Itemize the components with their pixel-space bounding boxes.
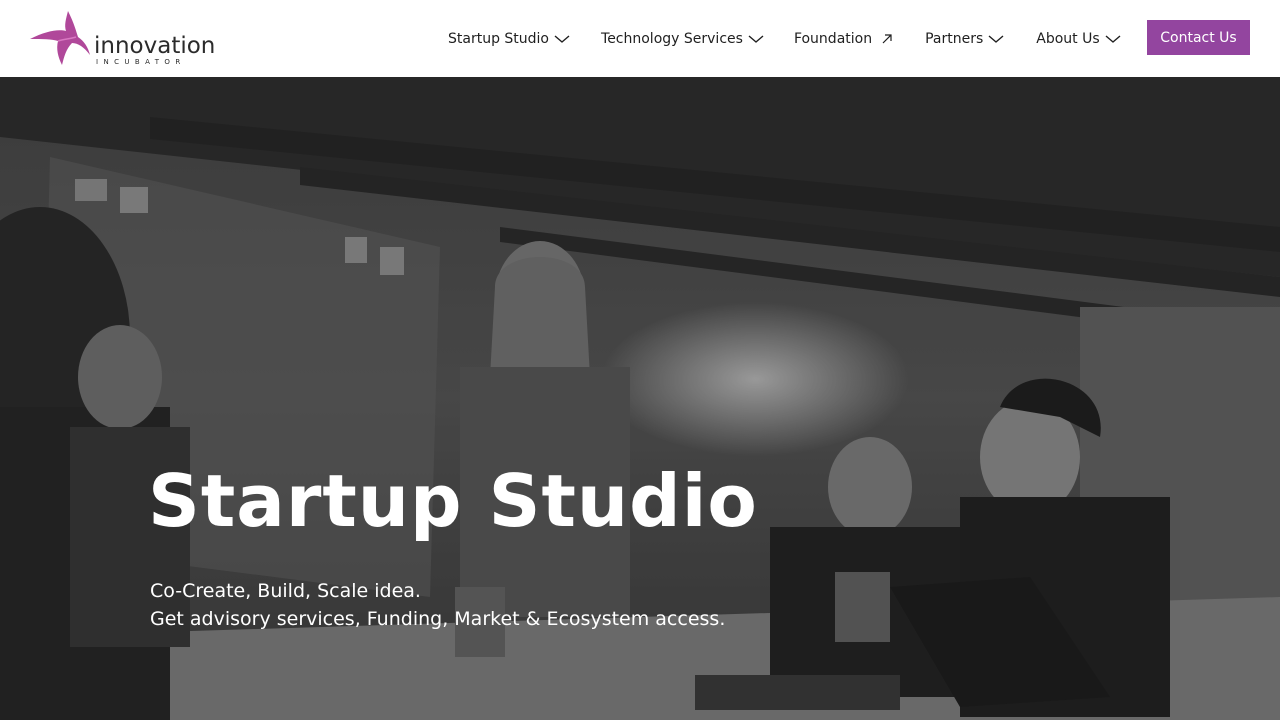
main-nav: Startup Studio Technology Services Found… — [448, 0, 1121, 77]
nav-item-label: About Us — [1036, 30, 1100, 47]
nav-item-foundation[interactable]: Foundation — [794, 24, 893, 54]
brand-name: innovation — [94, 33, 216, 59]
nav-item-label: Startup Studio — [448, 30, 550, 47]
nav-item-label: Technology Services — [601, 30, 743, 47]
chevron-down-icon — [554, 34, 570, 43]
brand-logo[interactable]: innovation INCUBATOR — [28, 9, 215, 69]
hummingbird-logo-icon — [30, 11, 90, 65]
hero-title: Startup Studio — [148, 459, 758, 543]
site-header: innovation INCUBATOR Startup Studio Tech… — [0, 0, 1280, 77]
nav-item-technology-services[interactable]: Technology Services — [601, 24, 764, 54]
hero-subtitle-line-2: Get advisory services, Funding, Market &… — [150, 608, 726, 630]
nav-item-partners[interactable]: Partners — [925, 24, 1004, 54]
nav-item-label: Foundation — [793, 30, 873, 47]
hero-subtitle: Co-Create, Build, Scale idea. Get adviso… — [150, 577, 725, 633]
chevron-down-icon — [748, 34, 764, 43]
chevron-down-icon — [988, 34, 1004, 43]
nav-item-startup-studio[interactable]: Startup Studio — [448, 24, 570, 54]
hero-section: Startup Studio Co-Create, Build, Scale i… — [0, 77, 1280, 720]
brand-tagline: INCUBATOR — [96, 58, 186, 66]
chevron-down-icon — [1105, 34, 1121, 43]
contact-us-button[interactable]: Contact Us — [1147, 20, 1250, 55]
nav-item-label: Partners — [925, 30, 984, 47]
external-arrow-icon — [882, 33, 892, 43]
hero-subtitle-line-1: Co-Create, Build, Scale idea. — [150, 580, 421, 602]
nav-item-about-us[interactable]: About Us — [1036, 24, 1121, 54]
